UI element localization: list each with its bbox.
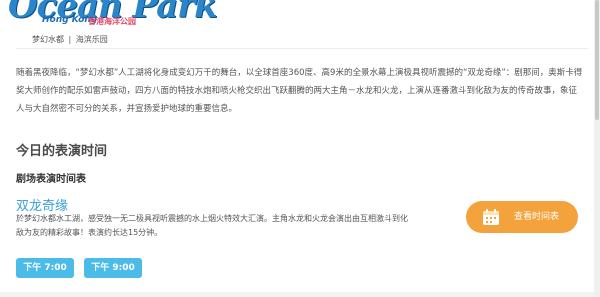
view-timetable-button[interactable]: 查看时间表 — [466, 201, 578, 233]
show-description: 於梦幻水都水工湖，感受独一无二极具视听震撼的水上烟火特效大汇演。主角水龙和火龙会… — [16, 214, 408, 237]
logo-chinese-name: 香港海洋公园 — [88, 17, 136, 26]
subsection-title: 剧场表演时间表 — [16, 174, 86, 185]
scrollbar-thumb[interactable] — [595, 0, 599, 120]
breadcrumb-item-zone[interactable]: 梦幻水都 — [32, 35, 64, 44]
header-divider — [16, 48, 588, 49]
showtime-button-1[interactable]: 下午 7:00 — [16, 258, 74, 278]
breadcrumb-separator: | — [68, 35, 72, 44]
footer-divider — [0, 292, 594, 297]
calendar-icon — [482, 208, 500, 226]
scrollbar[interactable] — [594, 0, 600, 297]
view-timetable-label: 查看时间表 — [514, 212, 560, 222]
showtime-button-2[interactable]: 下午 9:00 — [84, 258, 142, 278]
breadcrumb: 梦幻水都 | 海滨乐园 — [32, 34, 110, 45]
intro-paragraph: 随着黑夜降临，“梦幻水都”人工湖将化身成变幻万千的舞台，以全球首座360度、高9… — [16, 68, 583, 114]
breadcrumb-item-area[interactable]: 海滨乐园 — [76, 35, 108, 44]
section-title: 今日的表演时间 — [16, 144, 108, 159]
ocean-park-logo[interactable]: Ocean Park Hong Kong 香港海洋公园 — [8, 0, 218, 30]
